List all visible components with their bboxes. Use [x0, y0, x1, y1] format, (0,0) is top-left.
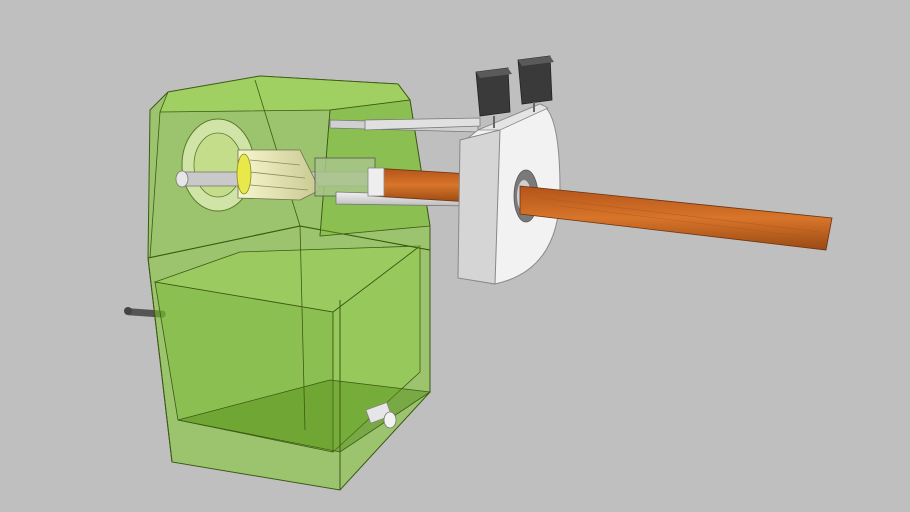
pencil-sharpener-3d-model	[0, 0, 910, 512]
background	[0, 0, 910, 512]
pencil-inner	[367, 167, 471, 203]
